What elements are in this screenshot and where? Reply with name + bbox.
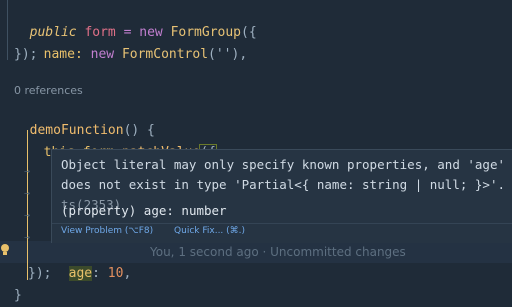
code-line-2[interactable]: name: new FormControl(''),	[28, 22, 248, 62]
code-line-age[interactable]: age: 10,	[53, 241, 131, 281]
whitespace-marker: →	[24, 210, 31, 221]
whitespace-marker: →	[24, 232, 31, 243]
code-line-close-1[interactable]: });	[28, 263, 51, 285]
view-problem-link[interactable]: View Problem (⌥F8)	[61, 226, 153, 236]
whitespace-marker: →	[24, 188, 31, 199]
hover-divider	[52, 223, 512, 224]
quick-fix-link[interactable]: Quick Fix... (⌘.)	[174, 226, 245, 236]
code-line-5[interactable]: demoFunction() {	[14, 98, 155, 138]
signature-prefix: (property)	[61, 203, 137, 218]
whitespace-marker: →	[24, 166, 31, 177]
hover-tooltip: Object literal may only specify known pr…	[51, 149, 512, 243]
property: name:	[43, 47, 83, 62]
signature-type: : number	[166, 203, 227, 218]
number-literal: 10	[107, 266, 124, 281]
code-line-6[interactable]: this.form.patchValue({	[28, 120, 217, 161]
code-line-close-2[interactable]: }	[14, 285, 22, 307]
comma: ,	[123, 266, 132, 281]
new-keyword: new	[90, 47, 115, 62]
lightbulb-icon[interactable]	[0, 242, 10, 260]
code-line-3[interactable]: });	[14, 44, 37, 66]
hover-actions: View Problem (⌥F8) Quick Fix... (⌘.)	[61, 226, 263, 236]
punctuation: (''),	[208, 47, 248, 62]
git-blame-annotation: You, 1 second ago · Uncommitted changes	[150, 245, 406, 259]
error-text: Object literal may only specify known pr…	[61, 157, 512, 192]
code-line-1[interactable]: public form = new FormGroup({	[14, 0, 257, 40]
property-age: age	[68, 266, 93, 281]
signature-name: age	[143, 203, 167, 218]
class-name: FormControl	[121, 47, 209, 62]
hover-signature: (property) age: number	[61, 203, 227, 218]
colon: :	[92, 266, 100, 281]
indent-guide	[7, 0, 8, 60]
